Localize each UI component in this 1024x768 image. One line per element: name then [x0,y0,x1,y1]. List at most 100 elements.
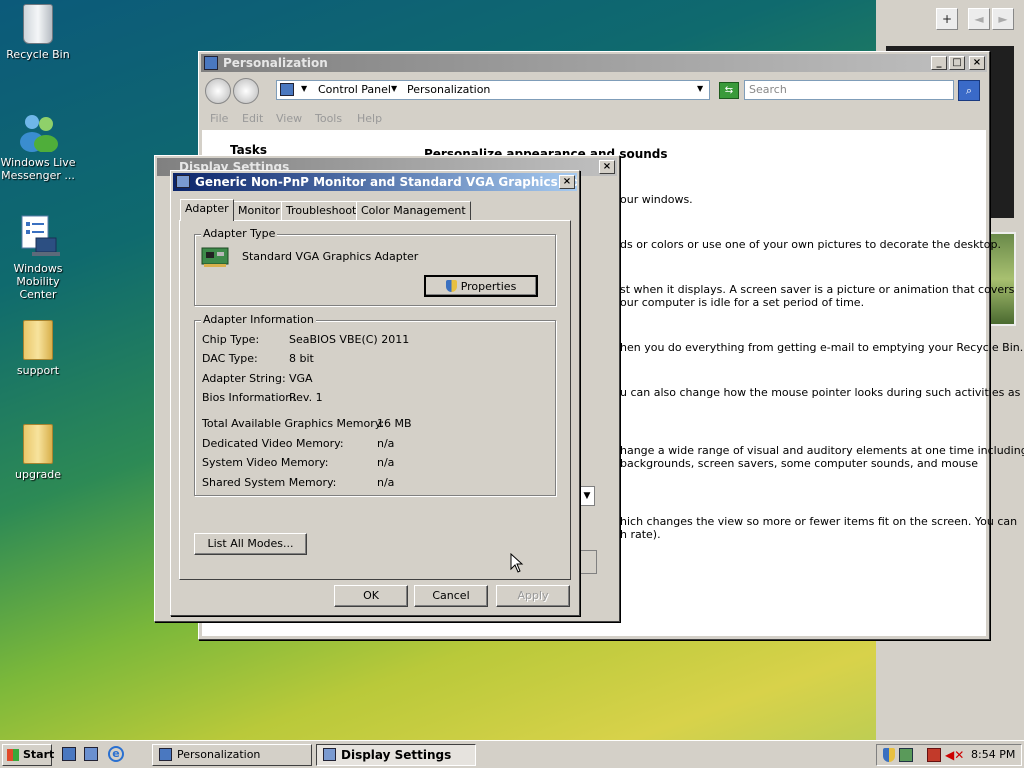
desktop-icon-windows-live-messenger[interactable]: Windows Live Messenger ... [0,112,76,182]
tab-troubleshoot[interactable]: Troubleshoot [281,201,362,221]
desktop-icon-label: Windows Live Messenger ... [0,156,76,182]
tab-monitor[interactable]: Monitor [233,201,285,221]
breadcrumb-control-panel[interactable]: Control Panel [318,83,391,96]
task-label: Display Settings [341,748,452,762]
shared-memory-label: Shared System Memory: [202,476,337,489]
system-memory-label: System Video Memory: [202,456,329,469]
tab-color-management[interactable]: Color Management [356,201,471,221]
sidebar-previous-button[interactable]: ◄ [968,8,990,30]
dialog-title: Generic Non-PnP Monitor and Standard VGA… [195,175,577,189]
taskbar: Start e Personalization Display Settings… [0,740,1024,768]
tab-adapter[interactable]: Adapter [180,199,234,221]
desktop-icon-label: Windows Mobility Center [13,262,63,301]
dac-type-value: 8 bit [289,352,314,365]
taskbar-item-display-settings[interactable]: Display Settings [316,744,476,766]
description-text: backgrounds, screen savers, some compute… [620,457,979,470]
desktop-icon-label: upgrade [15,468,61,481]
chip-type-value: SeaBIOS VBE(C) 2011 [289,333,410,346]
properties-button[interactable]: Properties [424,275,538,297]
adapter-name: Standard VGA Graphics Adapter [242,250,419,263]
internet-explorer-icon[interactable]: e [108,746,124,762]
windows-logo-icon [7,749,19,761]
adapter-string-label: Adapter String: [202,372,286,385]
folder-icon [23,424,53,464]
close-button[interactable]: × [599,160,615,174]
group-title: Adapter Type [201,227,278,240]
monitor-icon [323,748,336,761]
control-panel-icon [159,748,172,761]
sidebar-next-button[interactable]: ► [992,8,1014,30]
menu-tools[interactable]: Tools [315,112,342,125]
adapter-string-value: VGA [289,372,313,385]
sidebar-add-gadget-button[interactable]: + [936,8,958,30]
bios-information-label: Bios Information: [202,391,296,404]
menu-file[interactable]: File [210,112,228,125]
forward-button[interactable] [233,78,259,104]
desktop-icon-support[interactable]: support [0,320,76,377]
menu-help[interactable]: Help [357,112,382,125]
apply-button[interactable]: Apply [496,585,570,607]
desktop-icon-label: Recycle Bin [6,48,70,61]
search-input[interactable]: Search [744,80,954,100]
monitor-icon [176,175,190,188]
volume-muted-icon[interactable]: ◀✕ [945,748,964,762]
desktop-icon-recycle-bin[interactable]: Recycle Bin [0,4,76,61]
desktop-icon-upgrade[interactable]: upgrade [0,424,76,481]
security-shield-icon[interactable] [883,748,895,762]
description-text: our windows. [620,193,693,206]
start-label: Start [23,748,55,761]
clock[interactable]: 8:54 PM [971,748,1015,761]
mouse-cursor-icon [510,553,524,573]
close-button[interactable]: × [559,175,575,189]
minimize-button[interactable]: _ [931,56,947,70]
breadcrumb-personalization[interactable]: Personalization [407,83,490,96]
address-dropdown-icon[interactable]: ▼ [697,84,703,93]
shared-memory-value: n/a [377,476,395,489]
cancel-button[interactable]: Cancel [414,585,488,607]
refresh-icon[interactable]: ⇆ [719,82,739,99]
adapter-information-group: Adapter Information [194,313,556,496]
description-text: h rate). [620,528,661,541]
chevron-down-icon: ▼ [391,84,398,93]
show-desktop-icon[interactable] [62,747,76,761]
description-text: hich changes the view so more or fewer i… [620,515,1018,528]
description-text: hange a wide range of visual and auditor… [620,444,1024,457]
control-panel-icon [280,83,294,96]
network-disconnected-icon[interactable] [927,748,941,762]
back-button[interactable] [205,78,231,104]
desktop-icon-label: support [16,364,60,377]
network-icon[interactable] [899,748,913,762]
chevron-down-icon: ▼ [301,84,308,93]
address-bar[interactable]: ▼ Control Panel ▼ Personalization ▼ [276,80,710,100]
system-tray: ◀✕ 8:54 PM [876,744,1022,766]
menu-edit[interactable]: Edit [242,112,263,125]
description-text: st when it displays. A screen saver is a… [620,283,1015,296]
window-title: Personalization [223,56,328,70]
shield-icon [445,280,457,292]
folder-icon [23,320,53,360]
ok-button[interactable]: OK [334,585,408,607]
system-memory-value: n/a [377,456,395,469]
list-all-modes-button[interactable]: List All Modes... [194,533,307,555]
maximize-button[interactable]: □ [949,56,965,70]
close-button[interactable]: × [969,56,985,70]
menu-view[interactable]: View [276,112,302,125]
search-icon[interactable]: ⌕ [958,80,980,101]
bios-information-value: Rev. 1 [289,391,323,404]
dedicated-memory-value: n/a [377,437,395,450]
properties-label: Properties [460,280,517,293]
desktop-icon-mobility-center[interactable]: Windows Mobility Center [0,214,76,301]
switch-windows-icon[interactable] [84,747,98,761]
chip-type-label: Chip Type: [202,333,260,346]
group-title: Adapter Information [201,313,316,326]
total-memory-value: 16 MB [377,417,412,430]
recycle-bin-icon [23,4,53,44]
taskbar-item-personalization[interactable]: Personalization [152,744,312,766]
dac-type-label: DAC Type: [202,352,258,365]
start-button[interactable]: Start [2,744,55,766]
graphics-card-icon [201,247,229,267]
mobility-center-icon [21,215,60,256]
chevron-down-icon[interactable]: ▼ [579,486,595,506]
control-panel-icon [204,56,218,70]
adapter-dialog-titlebar: Generic Non-PnP Monitor and Standard VGA… [173,173,577,191]
